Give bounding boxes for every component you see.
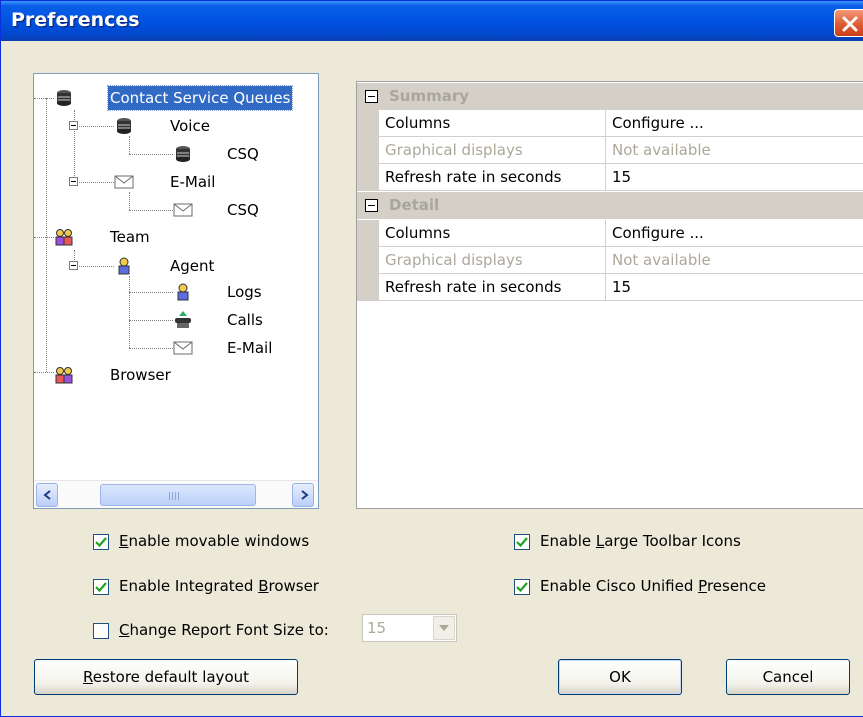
queue-icon bbox=[57, 90, 71, 106]
check-icon bbox=[95, 582, 107, 593]
arrow-left-icon bbox=[43, 490, 51, 500]
collapse-email-toggle[interactable] bbox=[69, 177, 78, 186]
phone-calls-icon bbox=[175, 311, 191, 328]
scroll-thumb[interactable] bbox=[100, 484, 256, 506]
summary-category[interactable]: Summary bbox=[357, 83, 863, 110]
restore-default-layout-button[interactable]: Restore default layout bbox=[34, 659, 298, 695]
queue-icon bbox=[176, 146, 190, 162]
preferences-dialog: Preferences Contact Service Queues Voice… bbox=[0, 0, 863, 717]
cancel-button[interactable]: Cancel bbox=[726, 659, 850, 695]
window-title: Preferences bbox=[11, 9, 140, 31]
checkbox-box[interactable] bbox=[93, 579, 109, 595]
detail-category[interactable]: Detail bbox=[357, 192, 863, 219]
collapse-voice-toggle[interactable] bbox=[69, 121, 78, 130]
dropdown-button bbox=[433, 616, 455, 640]
close-icon bbox=[842, 16, 858, 32]
collapse-summary-icon[interactable] bbox=[365, 90, 378, 103]
checkbox-box[interactable] bbox=[514, 534, 530, 550]
queue-icon bbox=[117, 118, 131, 134]
scroll-right-button[interactable] bbox=[292, 483, 314, 507]
summary-row-refresh-rate[interactable]: Refresh rate in seconds 15 bbox=[357, 164, 863, 191]
collapse-detail-icon[interactable] bbox=[365, 199, 378, 212]
envelope-icon bbox=[173, 203, 193, 217]
envelope-icon bbox=[114, 175, 134, 189]
check-icon bbox=[516, 537, 528, 548]
team-icon bbox=[55, 229, 73, 246]
detail-row-refresh-rate[interactable]: Refresh rate in seconds 15 bbox=[357, 274, 863, 301]
envelope-icon bbox=[173, 341, 193, 355]
summary-row-graphical-displays: Graphical displays Not available bbox=[357, 137, 863, 164]
checkbox-box[interactable] bbox=[93, 534, 109, 550]
detail-row-graphical-displays: Graphical displays Not available bbox=[357, 247, 863, 274]
check-icon bbox=[95, 537, 107, 548]
agent-icon bbox=[118, 257, 130, 275]
ok-button[interactable]: OK bbox=[558, 659, 682, 695]
agent-icon bbox=[177, 283, 189, 301]
checkbox-box[interactable] bbox=[514, 579, 530, 595]
scroll-left-button[interactable] bbox=[36, 483, 58, 507]
check-icon bbox=[516, 582, 528, 593]
team-icon bbox=[55, 367, 73, 384]
title-bar[interactable]: Preferences bbox=[1, 1, 863, 41]
chevron-down-icon bbox=[439, 625, 449, 631]
detail-row-columns[interactable]: Columns Configure ... bbox=[357, 220, 863, 247]
property-grid: Summary Columns Configure ... Graphical … bbox=[356, 81, 863, 509]
close-button[interactable] bbox=[834, 9, 863, 37]
arrow-right-icon bbox=[301, 490, 309, 500]
font-size-select: 15 bbox=[362, 614, 457, 642]
checkbox-box[interactable] bbox=[93, 623, 109, 639]
category-tree[interactable]: Contact Service Queues Voice CSQ E-Mail … bbox=[33, 73, 319, 509]
collapse-agent-toggle[interactable] bbox=[69, 261, 78, 270]
summary-row-columns[interactable]: Columns Configure ... bbox=[357, 110, 863, 137]
tree-horizontal-scrollbar[interactable] bbox=[34, 480, 318, 508]
